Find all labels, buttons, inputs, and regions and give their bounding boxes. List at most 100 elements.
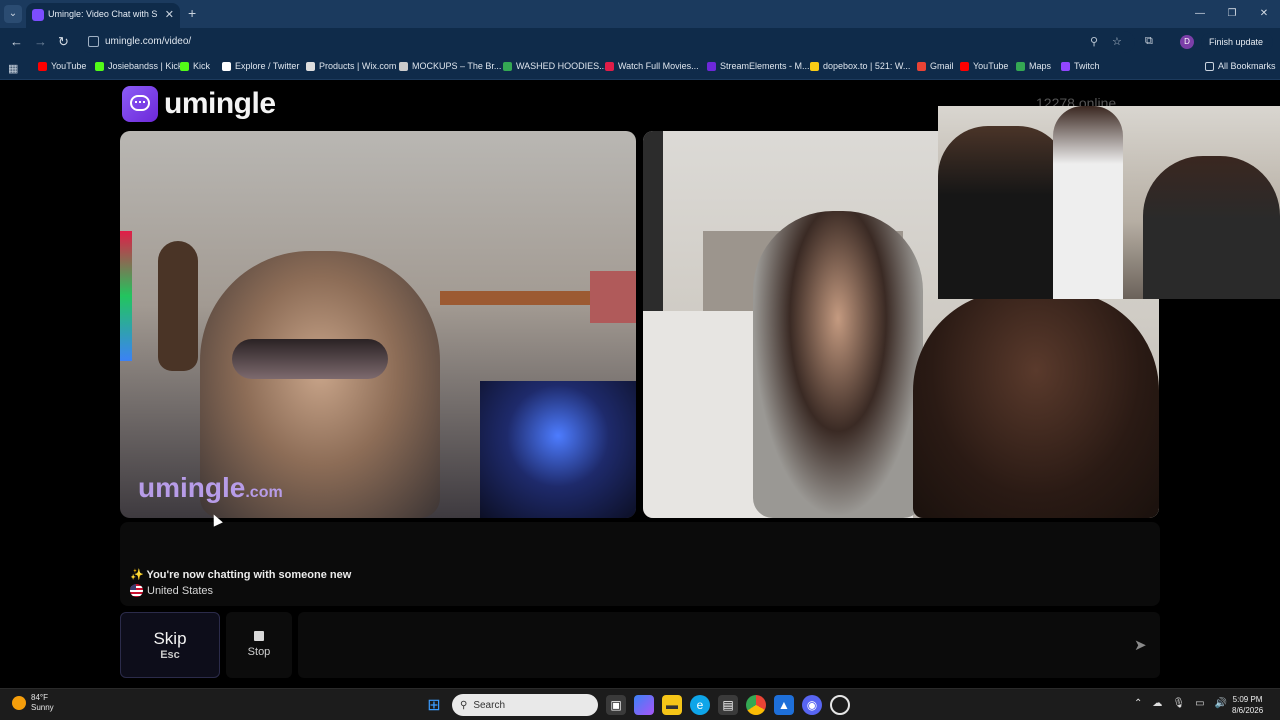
twitch-icon	[1061, 61, 1070, 71]
x-icon	[222, 61, 231, 71]
dopebox-icon	[810, 61, 819, 71]
bookmark-item[interactable]: Josiebandss | Kick	[95, 61, 182, 71]
bookmark-item[interactable]: Explore / Twitter	[222, 61, 299, 71]
volume-icon[interactable]: 🔊	[1215, 698, 1227, 709]
chat-log: ✨ You're now chatting with someone new U…	[120, 522, 1160, 606]
back-icon[interactable]: ←	[10, 34, 23, 49]
wix-icon	[306, 61, 315, 71]
watermark-main: umingle	[138, 472, 246, 503]
bookmark-item[interactable]: YouTube	[960, 61, 1008, 71]
profile-avatar[interactable]: D	[1180, 35, 1194, 49]
close-window-icon[interactable]: ✕	[1248, 0, 1280, 28]
show-hidden-icons-icon[interactable]: ⌃	[1134, 698, 1142, 709]
kick-icon	[180, 61, 189, 71]
tab-title: Umingle: Video Chat with S	[48, 9, 158, 19]
windows-start-icon[interactable]: ⊞	[424, 695, 444, 715]
zoom-icon[interactable]: ⚲	[1090, 35, 1098, 48]
clock-date: 8/6/2026	[1232, 706, 1264, 715]
youtube-icon	[38, 61, 47, 71]
photos-icon[interactable]: ▲	[774, 695, 794, 715]
taskbar-clock[interactable]: 5:09 PM 8/6/2026	[1232, 694, 1263, 716]
bookmark-item[interactable]: YouTube	[38, 61, 86, 71]
bookmark-label: Watch Full Movies...	[618, 61, 699, 71]
bookmark-star-icon[interactable]: ☆	[1112, 35, 1122, 48]
bookmark-item[interactable]: WASHED HOODIES...	[503, 61, 607, 71]
glowing-speaker	[480, 381, 636, 518]
bookmark-item[interactable]: Kick	[180, 61, 210, 71]
minimize-icon[interactable]: —	[1184, 0, 1216, 28]
url-text: umingle.com/video/	[105, 36, 192, 47]
guitar	[158, 241, 198, 371]
system-tray: ⌃ ☁ 🎙 ▭ 🔊	[1134, 698, 1227, 709]
bookmark-label: Products | Wix.com	[319, 61, 397, 71]
bookmark-item[interactable]: Products | Wix.com	[306, 61, 396, 71]
forward-icon[interactable]: →	[34, 34, 47, 49]
self-video-feed: umingle.com	[120, 131, 636, 518]
apps-grid-icon[interactable]: ▦	[8, 62, 18, 75]
chat-location: United States	[130, 584, 213, 597]
message-input[interactable]	[298, 612, 1160, 678]
active-tab[interactable]: Umingle: Video Chat with S ✕	[26, 3, 180, 28]
bookmark-label: YouTube	[973, 61, 1009, 71]
discord-icon[interactable]: ◉	[802, 695, 822, 715]
bookmark-item[interactable]: dopebox.to | 521: W...	[810, 61, 910, 71]
bookmark-item[interactable]: Gmail	[917, 61, 954, 71]
skip-button[interactable]: Skip Esc	[120, 612, 220, 678]
browser-tab-bar: ⌄ Umingle: Video Chat with S ✕ + — ❐ ✕	[0, 0, 1280, 28]
send-icon[interactable]: ➤	[1134, 636, 1147, 654]
new-tab-icon[interactable]: +	[188, 5, 196, 21]
chrome-icon[interactable]	[746, 695, 766, 715]
tab-close-icon[interactable]: ✕	[165, 8, 174, 21]
network-icon[interactable]: ▭	[1195, 698, 1204, 709]
window-controls: — ❐ ✕	[1184, 0, 1280, 28]
store-icon[interactable]: ▤	[718, 695, 738, 715]
finish-update-button[interactable]: Finish update ⋮	[1201, 33, 1273, 65]
bookmark-item[interactable]: StreamElements - M...	[707, 61, 810, 71]
restore-icon[interactable]: ❐	[1216, 0, 1248, 28]
stop-icon	[254, 631, 264, 641]
copilot-icon[interactable]	[634, 695, 654, 715]
onedrive-icon[interactable]: ☁	[1152, 698, 1162, 709]
extensions-icon[interactable]: ⧉	[1145, 35, 1153, 48]
site-logo[interactable]: umingle	[122, 86, 276, 122]
reload-icon[interactable]: ↻	[58, 34, 69, 50]
taskbar-search[interactable]: ⚲ Search	[452, 694, 598, 716]
all-bookmarks[interactable]: All Bookmarks	[1205, 61, 1276, 71]
site-info-icon[interactable]	[88, 36, 99, 47]
browser-toolbar: ← → ↻ umingle.com/video/ ⚲ ☆ ⧉ D Finish …	[0, 28, 1280, 65]
bookmark-item[interactable]: MOCKUPS – The Br...	[399, 61, 501, 71]
umingle-page: umingle 12278 online umingle.com ✨ You'r…	[0, 81, 1280, 687]
search-icon: ⚲	[460, 699, 468, 711]
stop-button[interactable]: Stop	[226, 612, 292, 678]
maps-icon	[1016, 61, 1025, 71]
person-stranger-left	[753, 211, 923, 518]
sun-icon	[12, 696, 26, 710]
tab-search-icon[interactable]: ⌄	[4, 5, 22, 23]
bookmark-item[interactable]: Maps	[1016, 61, 1051, 71]
bookmark-label: MOCKUPS – The Br...	[412, 61, 502, 71]
weather-condition: Sunny	[31, 703, 54, 712]
bookmark-label: Gmail	[930, 61, 954, 71]
sunglasses	[232, 339, 388, 379]
address-bar[interactable]: umingle.com/video/ ⚲ ☆	[80, 31, 1135, 53]
microphone-icon[interactable]: 🎙	[1172, 698, 1185, 709]
streamelements-icon	[707, 61, 716, 71]
file-explorer-icon[interactable]: ▬	[662, 695, 682, 715]
bookmark-label: Explore / Twitter	[235, 61, 300, 71]
bookmark-label: Twitch	[1074, 61, 1100, 71]
watermark-suffix: .com	[245, 484, 283, 501]
drive-icon	[503, 61, 512, 71]
search-label: Search	[473, 699, 506, 711]
app-icon[interactable]	[830, 695, 850, 715]
bookmark-label: Maps	[1029, 61, 1052, 71]
weather-widget[interactable]: 84°F Sunny	[12, 693, 54, 713]
edge-icon[interactable]: e	[690, 695, 710, 715]
gmail-icon	[917, 61, 926, 71]
clock-time: 5:09 PM	[1232, 695, 1263, 704]
location-text: United States	[147, 584, 214, 597]
bookmark-item[interactable]: Twitch	[1061, 61, 1100, 71]
person-overlay-middle	[1053, 106, 1123, 299]
bookmark-item[interactable]: Watch Full Movies...	[605, 61, 699, 71]
folder-icon	[1205, 61, 1214, 71]
task-view-icon[interactable]: ▣	[606, 695, 626, 715]
